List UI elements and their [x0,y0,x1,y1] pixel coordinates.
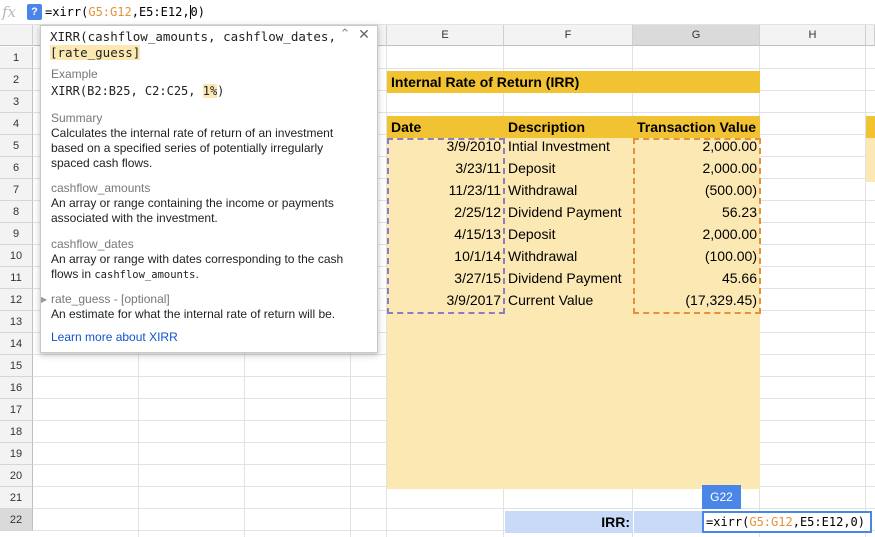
cell-description[interactable]: Dividend Payment [505,201,633,223]
column-header-e[interactable]: E [387,25,504,46]
row-header[interactable]: 22 [0,509,33,531]
row-header[interactable]: 1 [0,47,33,69]
cell-description[interactable]: Withdrawal [505,179,633,201]
row-header[interactable]: 6 [0,157,33,179]
row-header[interactable]: 19 [0,443,33,465]
summary-label: Summary [51,111,103,125]
editor-range-1: G5:G12 [749,515,793,529]
param-2-desc-code: cashflow_amounts [94,269,196,281]
editor-prefix: =xirr( [706,515,750,529]
cell-description[interactable]: Current Value [505,289,633,311]
row-header[interactable]: 9 [0,223,33,245]
formula-range-2: E5:E12 [138,5,183,19]
range-highlight-values [633,138,761,314]
row-header[interactable]: 11 [0,267,33,289]
row-header[interactable]: 18 [0,421,33,443]
formula-arg: 0 [189,5,198,19]
formula-suffix: ) [197,5,206,19]
row-header[interactable]: 2 [0,69,33,91]
row-header[interactable]: 21 [0,487,33,509]
param-2-desc-post: . [195,267,199,281]
example-post: ) [217,84,225,98]
learn-more-link[interactable]: Learn more about XIRR [51,330,178,344]
column-header-i[interactable] [866,25,875,46]
formula-sep-1: , [131,5,139,19]
param-3-name[interactable]: rate_guess - [optional] [51,292,170,306]
editor-sep-1: , [792,515,800,529]
row-header[interactable]: 12 [0,289,33,311]
example-label: Example [51,67,98,81]
param-1-desc: An array or range containing the income … [51,196,334,225]
param-1-name: cashflow_amounts [51,181,151,195]
formula-input[interactable]: =xirr(G5:G12,E5:E12,0) [45,4,205,20]
param-2-desc: An array or range with dates correspondi… [51,252,361,283]
collapse-icon[interactable]: ⌃ [338,26,352,42]
function-signature: XIRR(cashflow_amounts, cashflow_dates, [… [50,29,340,61]
param-2-name: cashflow_dates [51,237,134,251]
formula-prefix: =xirr( [45,5,89,19]
param-3-desc: An estimate for what the internal rate o… [51,307,336,321]
editor-sep-2: ,0) [843,515,865,529]
signature-required: XIRR(cashflow_amounts, cashflow_dates, [50,29,336,44]
fx-icon: fx [2,3,17,21]
close-icon[interactable]: ✕ [357,26,371,42]
formula-sep-2: , [182,5,190,19]
function-help-tooltip: XIRR(cashflow_amounts, cashflow_dates, [… [40,25,378,353]
row-header[interactable]: 15 [0,355,33,377]
example-text: XIRR(B2:B25, C2:C25, 1%) [51,84,224,98]
row-header[interactable]: 3 [0,91,33,113]
column-header-h[interactable]: H [760,25,866,46]
cell-description[interactable]: Withdrawal [505,245,633,267]
sheet-title[interactable]: Internal Rate of Return (IRR) [388,71,760,93]
column-header-g[interactable]: G [633,25,760,46]
h-edge-fill [866,138,875,182]
row-header[interactable]: 4 [0,113,33,135]
example-highlight: 1% [202,84,218,98]
cell-editor[interactable]: =xirr(G5:G12,E5:E12,0) [702,511,872,533]
signature-optional: [rate_guess] [50,45,141,60]
row-header[interactable]: 8 [0,201,33,223]
select-all-corner[interactable] [0,25,33,46]
h-edge-header [866,116,875,138]
summary-text: Calculates the internal rate of return o… [51,126,334,170]
cell-description[interactable]: Deposit [505,157,633,179]
editor-range-2: E5:E12 [799,515,844,529]
row-header[interactable]: 16 [0,377,33,399]
formula-range-1: G5:G12 [88,5,132,19]
expand-arrow-icon[interactable]: ▶ [41,294,49,306]
row-header[interactable]: 14 [0,333,33,355]
row-header[interactable]: 13 [0,311,33,333]
row-header[interactable]: 10 [0,245,33,267]
active-cell-label: G22 [702,485,741,509]
row-header[interactable]: 5 [0,135,33,157]
example-pre: XIRR(B2:B25, C2:C25, [51,84,203,98]
cell-description[interactable]: Dividend Payment [505,267,633,289]
irr-result-cell[interactable] [634,511,702,533]
range-highlight-dates [387,138,505,314]
help-button[interactable]: ? [27,4,42,20]
row-header[interactable]: 7 [0,179,33,201]
cell-description[interactable]: Deposit [505,223,633,245]
row-header[interactable]: 20 [0,465,33,487]
irr-label[interactable]: IRR: [505,511,633,533]
column-header-f[interactable]: F [504,25,633,46]
cell-description[interactable]: Intial Investment [505,135,633,157]
row-header[interactable]: 17 [0,399,33,421]
